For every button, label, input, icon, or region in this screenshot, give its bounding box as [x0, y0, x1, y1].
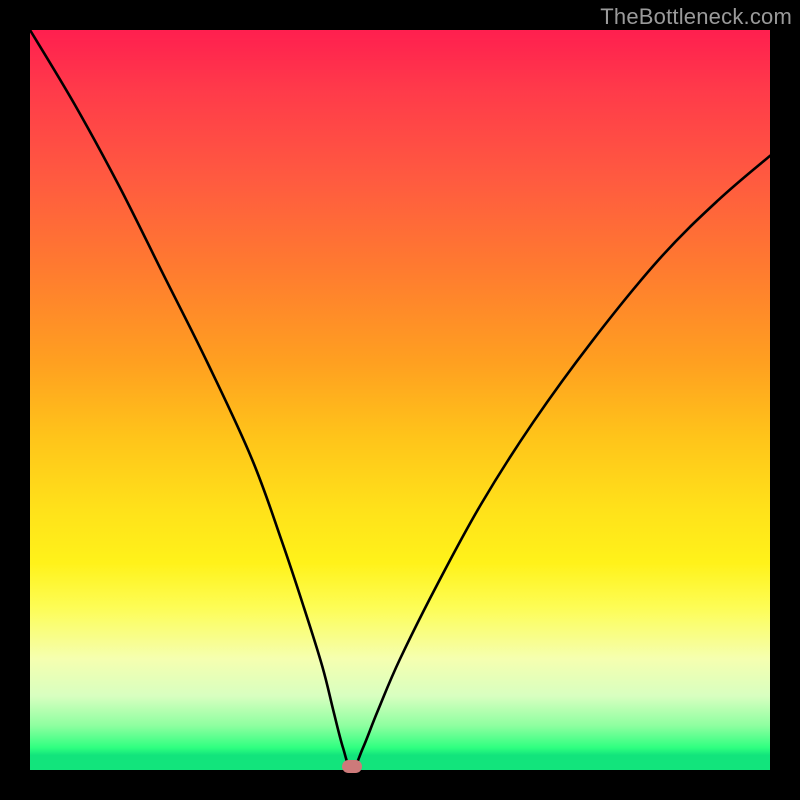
chart-plot-area	[30, 30, 770, 770]
watermark-text: TheBottleneck.com	[600, 4, 792, 30]
optimum-marker	[342, 760, 362, 773]
bottleneck-curve	[30, 30, 770, 770]
chart-frame: TheBottleneck.com	[0, 0, 800, 800]
